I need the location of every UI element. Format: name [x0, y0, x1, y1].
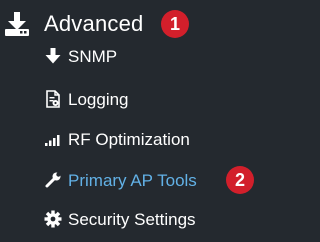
menu-item-label: Logging [68, 89, 129, 109]
menu-item-snmp[interactable]: SNMP [44, 43, 117, 69]
advanced-section-header[interactable]: Advanced [4, 6, 143, 42]
menu-item-label: RF Optimization [68, 129, 190, 149]
menu-item-security-settings[interactable]: Security Settings [44, 206, 196, 232]
menu-item-label: Primary AP Tools [68, 170, 197, 190]
download-tray-icon [4, 11, 30, 37]
arrow-down-icon [44, 47, 62, 65]
advanced-label: Advanced [44, 11, 144, 36]
advanced-menu: Advanced 1 SNMP Logging RF Optimization … [0, 0, 262, 242]
menu-item-logging[interactable]: Logging [44, 86, 129, 112]
menu-item-rf-optimization[interactable]: RF Optimization [44, 126, 190, 152]
menu-item-primary-ap-tools[interactable]: Primary AP Tools [44, 167, 197, 193]
step-badge-2: 2 [226, 166, 254, 194]
menu-item-label: Security Settings [68, 209, 196, 229]
gear-icon [44, 210, 62, 228]
menu-item-label: SNMP [68, 46, 118, 66]
signal-bars-icon [44, 130, 62, 148]
wrench-icon [44, 171, 62, 189]
document-log-icon [44, 90, 62, 108]
step-badge-1: 1 [161, 10, 189, 38]
